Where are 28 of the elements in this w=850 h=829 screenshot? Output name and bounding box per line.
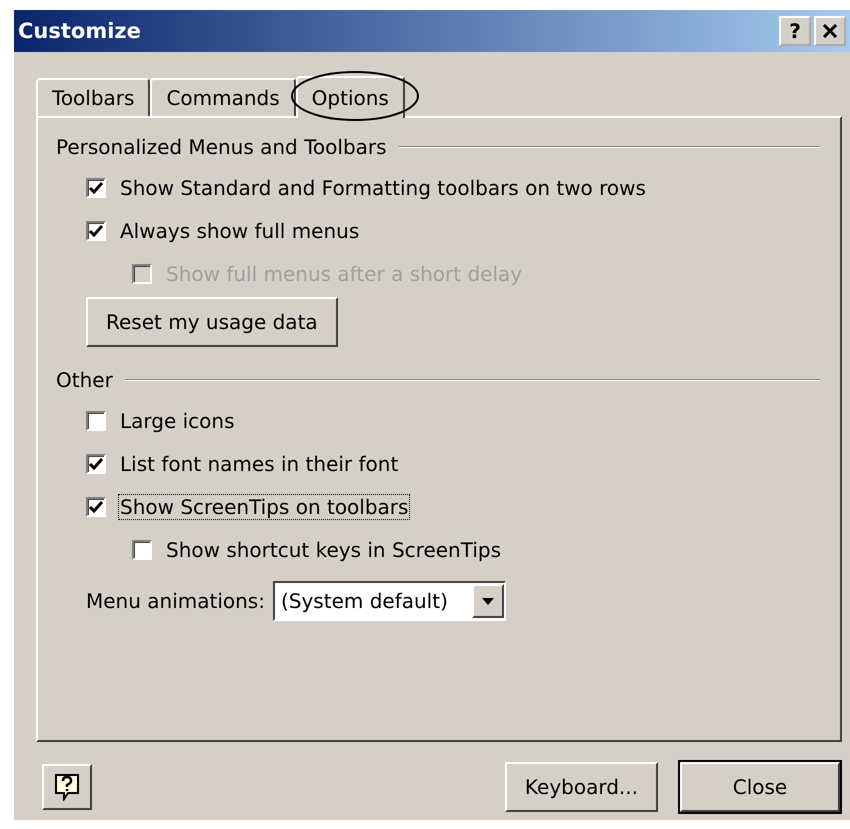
- checkbox-label[interactable]: List font names in their font: [118, 450, 400, 476]
- tab[interactable]: Toolbars: [36, 78, 150, 116]
- help-button[interactable]: [42, 764, 92, 810]
- help-icon: [54, 773, 80, 801]
- checkbox[interactable]: [86, 496, 106, 516]
- tab[interactable]: Options: [296, 76, 405, 118]
- checkbox[interactable]: [86, 410, 106, 430]
- reset-button[interactable]: Reset my usage data: [86, 297, 338, 347]
- section-title: Personalized Menus and Toolbars: [56, 135, 387, 159]
- checkbox-label[interactable]: Large icons: [118, 408, 237, 434]
- dropdown[interactable]: (System default): [272, 581, 506, 621]
- help-button[interactable]: ?: [779, 16, 811, 46]
- checkbox[interactable]: [86, 178, 106, 198]
- close-icon: [823, 24, 837, 38]
- checkbox[interactable]: [86, 454, 106, 474]
- checkbox-label[interactable]: Show Standard and Formatting toolbars on two rows: [118, 174, 648, 200]
- dialog-button[interactable]: Keyboard...: [504, 762, 658, 812]
- section-title: Other: [56, 368, 113, 392]
- dropdown-label: Menu animations:: [86, 589, 265, 613]
- checkbox-label[interactable]: Show ScreenTips on toolbars: [118, 494, 410, 520]
- window-title: Customize: [18, 19, 141, 43]
- dialog-button[interactable]: Close: [680, 762, 840, 812]
- close-button[interactable]: [814, 16, 846, 46]
- checkbox-label[interactable]: Always show full menus: [118, 218, 362, 244]
- tab[interactable]: Commands: [150, 78, 296, 116]
- checkbox[interactable]: [86, 220, 106, 240]
- checkbox-label[interactable]: Show shortcut keys in ScreenTips: [164, 536, 503, 562]
- checkbox[interactable]: [132, 540, 152, 560]
